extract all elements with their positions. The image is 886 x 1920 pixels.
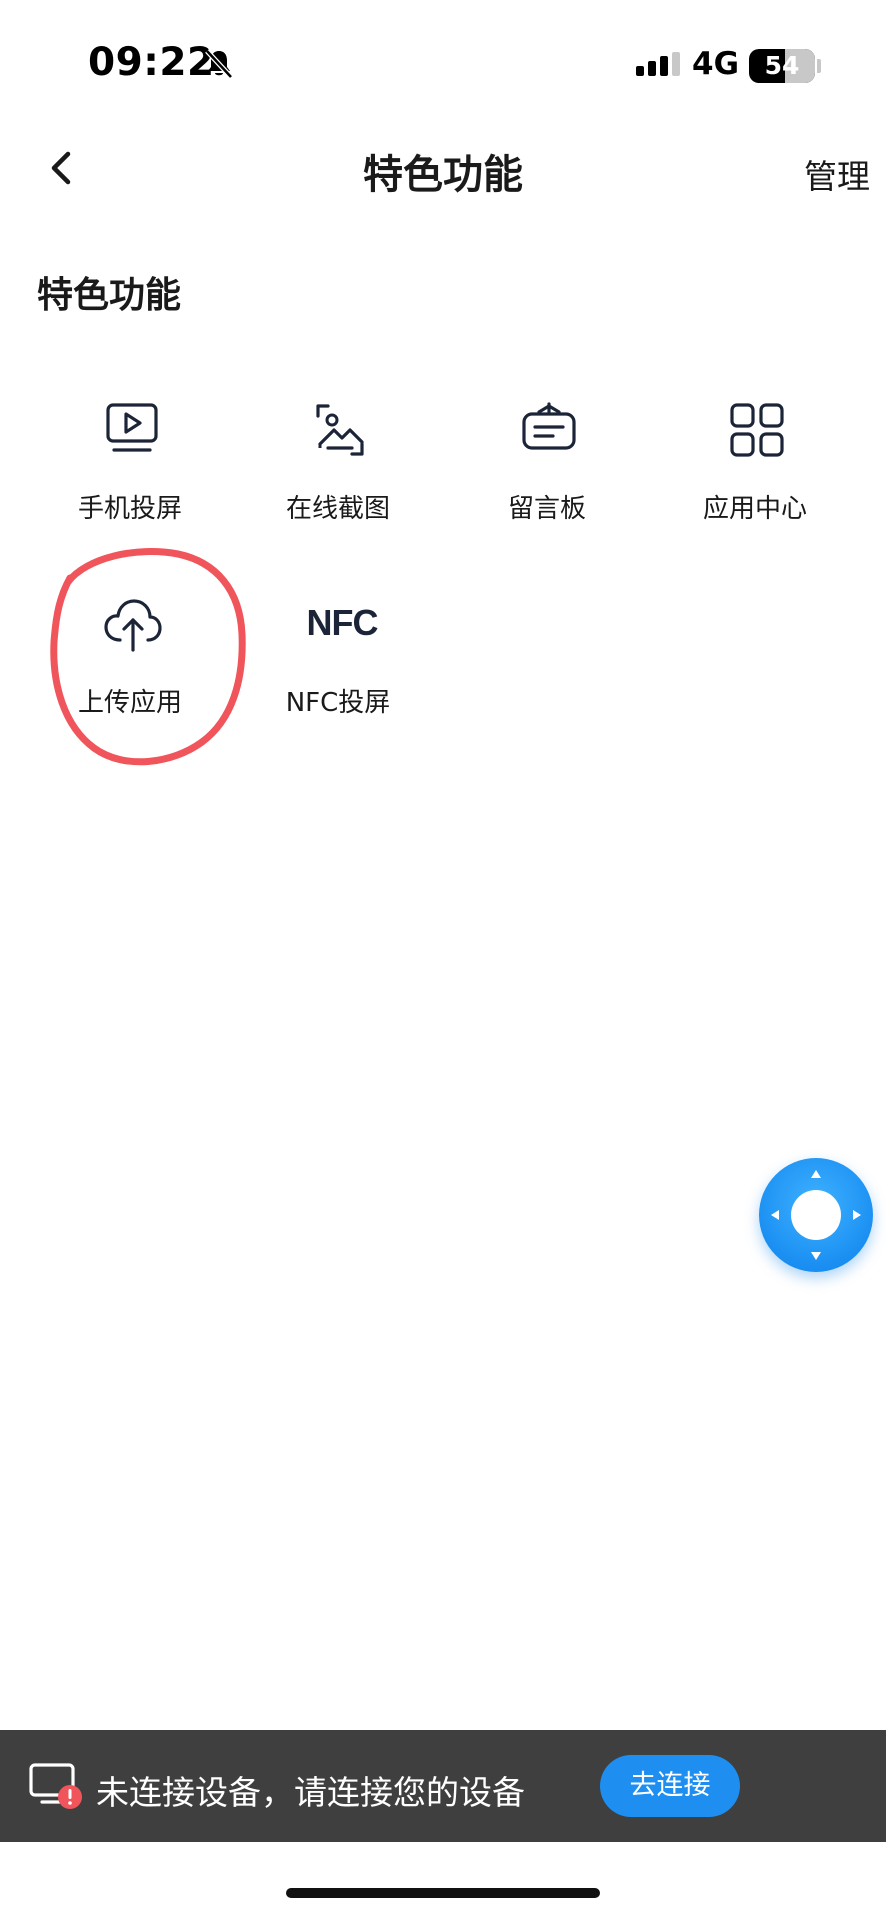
connection-status-text: 未连接设备，请连接您的设备 bbox=[96, 1773, 525, 1812]
arrow-left-icon bbox=[771, 1210, 779, 1220]
nfc-icon: NFC bbox=[306, 602, 379, 643]
app-grid-icon bbox=[730, 403, 784, 457]
feature-upload-app[interactable]: 上传应用 bbox=[30, 594, 230, 764]
back-button chevron-left-icon[interactable] bbox=[36, 140, 86, 196]
bell-slash-icon bbox=[205, 49, 233, 79]
screenshot-image-icon bbox=[316, 404, 364, 456]
battery-icon: 54 bbox=[749, 49, 815, 83]
connect-button[interactable]: 去连接 bbox=[600, 1755, 740, 1817]
feature-label: NFC投屏 bbox=[285, 688, 391, 718]
feature-screenshot[interactable]: 在线截图 bbox=[238, 400, 438, 570]
connection-bar: 未连接设备，请连接您的设备 去连接 bbox=[0, 1730, 886, 1842]
arrow-right-icon bbox=[853, 1210, 861, 1220]
feature-screen-cast[interactable]: 手机投屏 bbox=[30, 400, 230, 570]
feature-nfc-cast[interactable]: NFC NFC投屏 bbox=[238, 594, 438, 764]
feature-label: 留言板 bbox=[507, 494, 586, 524]
cellular-signal-icon bbox=[636, 52, 680, 76]
page-title: 特色功能 bbox=[363, 152, 523, 198]
feature-app-center[interactable]: 应用中心 bbox=[655, 400, 855, 570]
feature-label: 应用中心 bbox=[702, 494, 807, 524]
remote-center-button[interactable] bbox=[791, 1190, 841, 1240]
network-type: 4G bbox=[692, 46, 740, 82]
manage-button[interactable]: 管理 bbox=[770, 150, 870, 198]
feature-label: 上传应用 bbox=[77, 688, 182, 718]
battery-level: 54 bbox=[764, 51, 800, 80]
arrow-up-icon bbox=[811, 1170, 821, 1178]
feature-message-board[interactable]: 留言板 bbox=[447, 400, 647, 570]
section-title: 特色功能 bbox=[37, 275, 182, 316]
battery-tip bbox=[817, 59, 821, 73]
feature-label: 手机投屏 bbox=[77, 494, 182, 524]
message-board-icon bbox=[522, 402, 576, 450]
home-indicator[interactable] bbox=[286, 1888, 600, 1898]
arrow-down-icon bbox=[811, 1252, 821, 1260]
device-disconnected-icon bbox=[29, 1763, 82, 1809]
feature-label: 在线截图 bbox=[285, 494, 390, 524]
cloud-upload-icon bbox=[104, 599, 162, 652]
screen-cast-icon bbox=[106, 403, 158, 452]
remote-control-button[interactable] bbox=[759, 1158, 873, 1272]
status-time: 09:22 bbox=[88, 40, 215, 85]
status-bar: 09:22 4G 54 bbox=[0, 0, 886, 120]
